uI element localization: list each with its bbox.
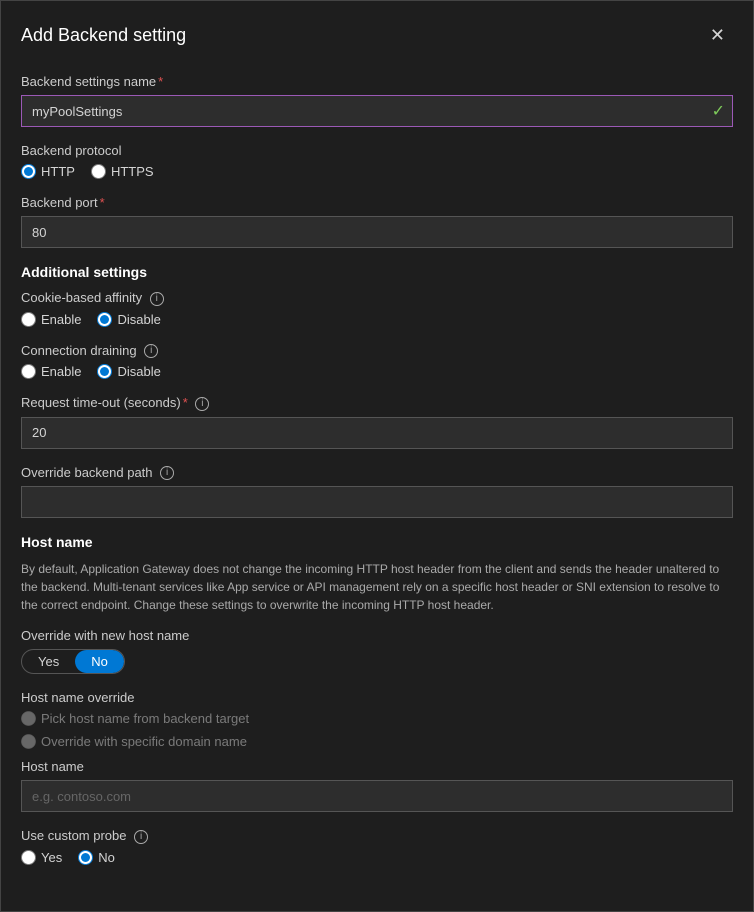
pick-host-from-backend-option[interactable]: Pick host name from backend target [21,711,249,726]
host-name-field-input[interactable] [21,780,733,812]
host-name-override-label: Host name override [21,690,733,705]
host-name-field-label: Host name [21,759,733,774]
request-timeout-input[interactable] [21,417,733,449]
override-host-name-toggle: Yes No [21,649,125,674]
host-name-title: Host name [21,534,733,550]
use-custom-probe-group: Use custom probe i Yes No [21,828,733,865]
host-name-override-group: Host name override Pick host name from b… [21,690,733,749]
modal-header: Add Backend setting ✕ [21,21,733,50]
backend-protocol-radio-group: HTTP HTTPS [21,164,733,179]
override-specific-domain-option[interactable]: Override with specific domain name [21,734,247,749]
connection-draining-group: Connection draining i Enable Disable [21,343,733,380]
override-backend-path-label: Override backend path i [21,465,733,481]
cookie-affinity-radio-group: Enable Disable [21,312,733,327]
additional-settings-section: Additional settings Cookie-based affinit… [21,264,733,518]
connection-draining-disable-option[interactable]: Disable [97,364,160,379]
override-backend-path-group: Override backend path i [21,465,733,519]
backend-port-group: Backend port* [21,195,733,248]
host-name-override-radio-group: Pick host name from backend target Overr… [21,711,733,749]
cookie-affinity-info-icon[interactable]: i [150,292,164,306]
backend-protocol-group: Backend protocol HTTP HTTPS [21,143,733,179]
close-button[interactable]: ✕ [702,21,733,50]
modal-title: Add Backend setting [21,25,186,46]
backend-settings-name-group: Backend settings name* ✓ [21,74,733,127]
host-name-section: Host name By default, Application Gatewa… [21,534,733,812]
override-host-name-label: Override with new host name [21,628,733,643]
connection-draining-info-icon[interactable]: i [144,344,158,358]
host-name-description: By default, Application Gateway does not… [21,560,733,614]
backend-protocol-label: Backend protocol [21,143,733,158]
connection-draining-radio-group: Enable Disable [21,364,733,379]
protocol-https-option[interactable]: HTTPS [91,164,154,179]
protocol-http-option[interactable]: HTTP [21,164,75,179]
cookie-affinity-enable-option[interactable]: Enable [21,312,81,327]
override-backend-path-input[interactable] [21,486,733,518]
cookie-affinity-group: Cookie-based affinity i Enable Disable [21,290,733,327]
toggle-no-button[interactable]: No [75,650,124,673]
backend-port-label: Backend port* [21,195,733,210]
use-custom-probe-radio-group: Yes No [21,850,733,865]
use-custom-probe-info-icon[interactable]: i [134,830,148,844]
override-backend-path-info-icon[interactable]: i [160,466,174,480]
override-host-name-group: Override with new host name Yes No [21,628,733,674]
connection-draining-label: Connection draining i [21,343,733,359]
toggle-yes-button[interactable]: Yes [22,650,75,673]
cookie-affinity-disable-option[interactable]: Disable [97,312,160,327]
host-name-field-group: Host name [21,759,733,812]
backend-settings-name-input[interactable] [21,95,733,127]
custom-probe-no-option[interactable]: No [78,850,115,865]
checkmark-icon: ✓ [712,101,725,121]
request-timeout-label: Request time-out (seconds)* i [21,395,733,411]
connection-draining-enable-option[interactable]: Enable [21,364,81,379]
add-backend-setting-modal: Add Backend setting ✕ Backend settings n… [0,0,754,912]
request-timeout-group: Request time-out (seconds)* i [21,395,733,449]
cookie-affinity-label: Cookie-based affinity i [21,290,733,306]
backend-settings-name-label: Backend settings name* [21,74,733,89]
request-timeout-info-icon[interactable]: i [195,397,209,411]
additional-settings-title: Additional settings [21,264,733,280]
custom-probe-yes-option[interactable]: Yes [21,850,62,865]
backend-port-input[interactable] [21,216,733,248]
